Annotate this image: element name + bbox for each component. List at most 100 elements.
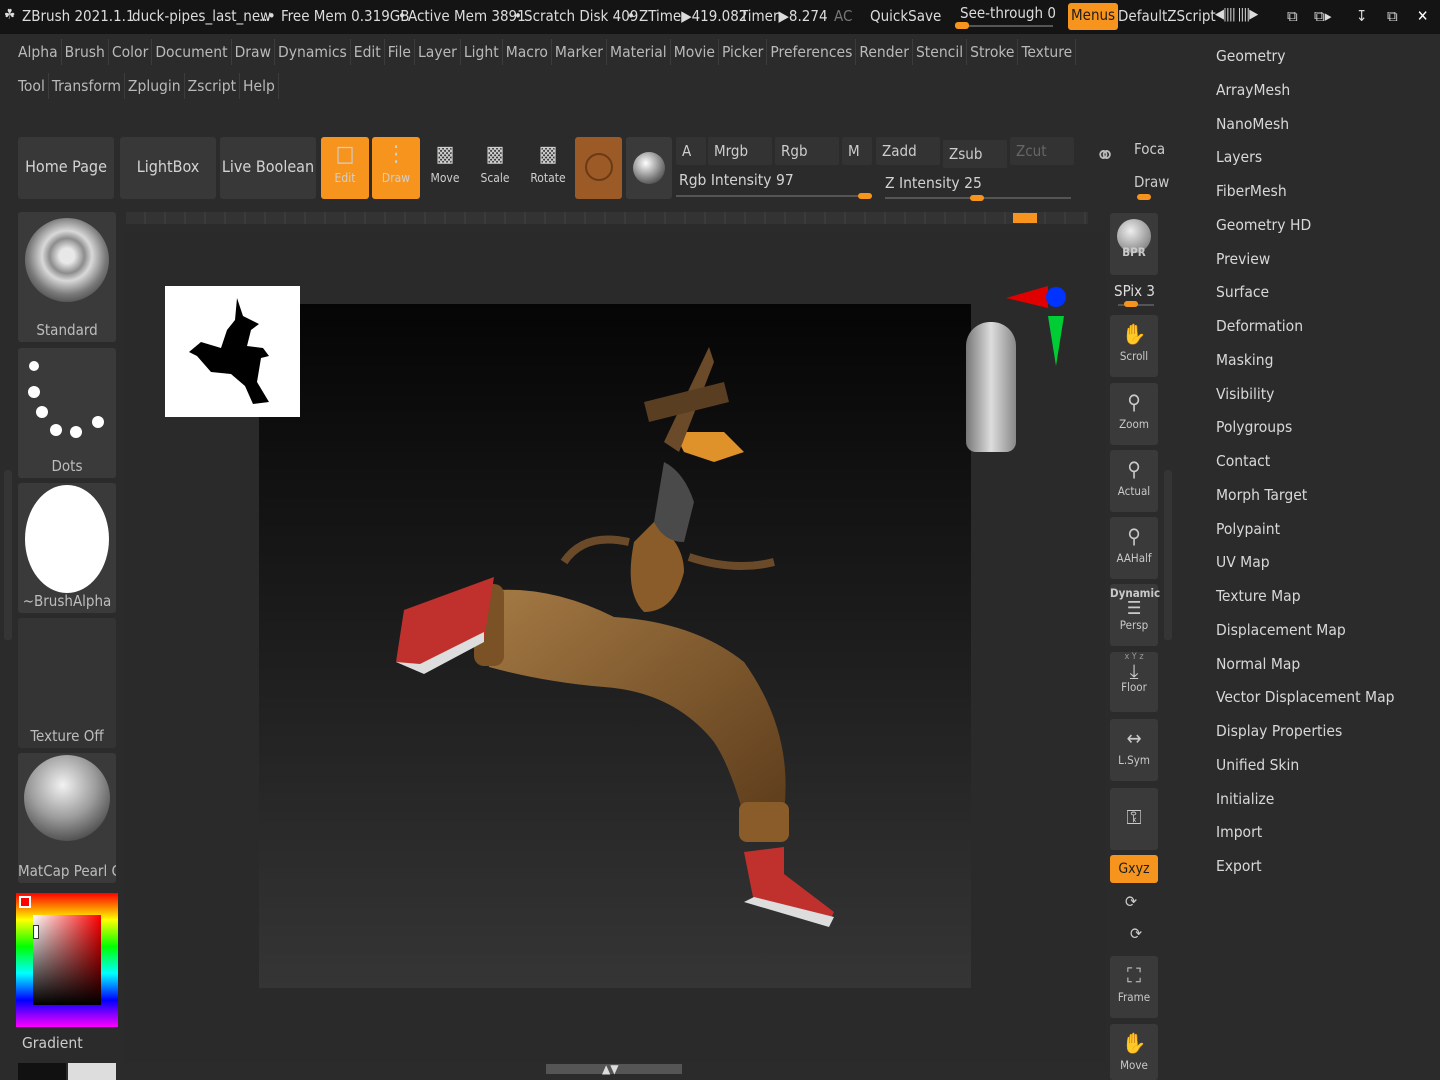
layout2-icon[interactable]: ⧉▸ <box>1314 7 1332 25</box>
rotate-y-icon[interactable]: ⟳ <box>1125 892 1137 911</box>
rotate-button[interactable]: ▩ Rotate <box>524 137 572 199</box>
texture-slot[interactable]: Texture Off <box>18 618 116 748</box>
move-button[interactable]: ▩ Move <box>421 137 469 199</box>
lsym-button[interactable]: ↔ L.Sym <box>1110 719 1158 781</box>
see-through-slider[interactable]: See-through 0 <box>960 4 1056 22</box>
menu-dynamics[interactable]: Dynamics <box>275 39 351 65</box>
ui-zoom-icon[interactable]: ◀|||| ||||▶ <box>1215 7 1258 22</box>
focal-shift-label[interactable]: Foca <box>1134 140 1165 158</box>
tool-palette-layers[interactable]: Layers <box>1216 146 1262 168</box>
draw-button[interactable]: ⋮ Draw <box>372 137 420 199</box>
menu-zplugin[interactable]: Zplugin <box>125 73 185 99</box>
menu-transform[interactable]: Transform <box>49 73 125 99</box>
menu-movie[interactable]: Movie <box>671 39 719 65</box>
menu-zscript[interactable]: Zscript <box>185 73 241 99</box>
see-through-slider-knob[interactable] <box>955 22 969 29</box>
timeline-track[interactable] <box>126 212 1088 224</box>
m-toggle[interactable]: M <box>842 137 872 165</box>
aahalf-button[interactable]: ⚲ AAHalf <box>1110 517 1158 579</box>
menu-render[interactable]: Render <box>856 39 913 65</box>
menu-layer[interactable]: Layer <box>415 39 461 65</box>
tool-palette-uv-map[interactable]: UV Map <box>1216 551 1270 573</box>
menu-tool[interactable]: Tool <box>15 73 49 99</box>
rgb-toggle[interactable]: Rgb <box>775 137 839 165</box>
tool-palette-import[interactable]: Import <box>1216 821 1262 843</box>
actual-button[interactable]: ⚲ Actual <box>1110 450 1158 512</box>
tool-palette-initialize[interactable]: Initialize <box>1216 788 1274 810</box>
color-saturation-square[interactable] <box>33 915 101 1005</box>
lock-button[interactable]: ⚿ <box>1110 788 1158 850</box>
menu-draw[interactable]: Draw <box>232 39 275 65</box>
draw-size-label[interactable]: Draw <box>1134 173 1169 191</box>
zcut-toggle[interactable]: Zcut <box>1010 137 1074 165</box>
z-intensity-slider[interactable]: Z Intensity 25 <box>885 174 1075 204</box>
brush-slot[interactable]: Standard <box>18 212 116 342</box>
minimize-icon[interactable]: ↧ <box>1356 7 1367 25</box>
zbrush-logo-icon[interactable]: ☘ <box>4 7 15 23</box>
move-view-button[interactable]: ✋ Move <box>1110 1024 1158 1080</box>
menu-brush[interactable]: Brush <box>62 39 109 65</box>
menu-material[interactable]: Material <box>607 39 671 65</box>
home-page-button[interactable]: Home Page <box>18 137 114 199</box>
menu-edit[interactable]: Edit <box>351 39 385 65</box>
menu-stencil[interactable]: Stencil <box>913 39 968 65</box>
tool-palette-unified-skin[interactable]: Unified Skin <box>1216 754 1299 776</box>
menu-color[interactable]: Color <box>109 39 153 65</box>
tool-palette-normal-map[interactable]: Normal Map <box>1216 653 1300 675</box>
menu-marker[interactable]: Marker <box>552 39 608 65</box>
menu-file[interactable]: File <box>385 39 416 65</box>
edit-button[interactable]: □ Edit <box>321 137 369 199</box>
tool-palette-geometry[interactable]: Geometry <box>1216 45 1286 67</box>
zsub-toggle[interactable]: Zsub <box>943 140 1007 168</box>
tool-palette-polypaint[interactable]: Polypaint <box>1216 518 1280 540</box>
tool-palette-polygroups[interactable]: Polygroups <box>1216 416 1292 438</box>
live-boolean-button[interactable]: Live Boolean <box>220 137 316 199</box>
secondary-color-black[interactable] <box>18 1063 66 1080</box>
bpr-button[interactable]: BPR <box>1110 213 1158 275</box>
focal-shift-icon[interactable]: ⚭ <box>1083 141 1127 197</box>
floor-button[interactable]: x Y z ⤓ Floor <box>1110 652 1158 712</box>
layout-icon[interactable]: ⧉ <box>1287 7 1298 25</box>
stroke-slot[interactable]: Dots <box>18 348 116 478</box>
tool-palette-preview[interactable]: Preview <box>1216 248 1270 270</box>
spix-knob[interactable] <box>1124 301 1138 307</box>
menu-preferences[interactable]: Preferences <box>767 39 857 65</box>
gradient-label[interactable]: Gradient <box>22 1034 83 1052</box>
alpha-slot[interactable]: ~BrushAlpha <box>18 483 116 613</box>
mrgb-toggle[interactable]: Mrgb <box>708 137 772 165</box>
tool-palette-texture-map[interactable]: Texture Map <box>1216 585 1301 607</box>
tool-palette-masking[interactable]: Masking <box>1216 349 1274 371</box>
a-toggle[interactable]: A <box>676 137 706 165</box>
tool-palette-fibermesh[interactable]: FiberMesh <box>1216 180 1287 202</box>
tool-palette-export[interactable]: Export <box>1216 855 1262 877</box>
menu-macro[interactable]: Macro <box>503 39 552 65</box>
tool-palette-surface[interactable]: Surface <box>1216 281 1269 303</box>
quicksave-button[interactable]: QuickSave <box>870 7 941 25</box>
menu-picker[interactable]: Picker <box>719 39 768 65</box>
tool-palette-deformation[interactable]: Deformation <box>1216 315 1303 337</box>
tool-palette-vector-displacement-map[interactable]: Vector Displacement Map <box>1216 686 1394 708</box>
menu-texture[interactable]: Texture <box>1018 39 1077 65</box>
persp-button[interactable]: Dynamic ☰ Persp <box>1110 584 1160 646</box>
canvas[interactable]: ▲▼ <box>124 232 1106 1076</box>
secondary-color-white[interactable] <box>68 1063 116 1080</box>
tool-palette-arraymesh[interactable]: ArrayMesh <box>1216 79 1290 101</box>
reference-silhouette[interactable] <box>165 286 300 417</box>
spix-slider[interactable]: SPix 3 <box>1114 282 1155 300</box>
timeline-marker[interactable] <box>1013 213 1037 223</box>
rotate-z-icon[interactable]: ⟳ <box>1130 924 1142 943</box>
menus-toggle[interactable]: Menus <box>1068 3 1119 30</box>
default-zscript[interactable]: DefaultZScript <box>1118 7 1216 25</box>
right-tray-handle[interactable] <box>1164 470 1172 640</box>
frame-button[interactable]: ⛶ Frame <box>1110 956 1158 1018</box>
menu-stroke[interactable]: Stroke <box>967 39 1019 65</box>
menu-document[interactable]: Document <box>152 39 232 65</box>
color-picker[interactable] <box>16 893 118 1027</box>
tool-palette-visibility[interactable]: Visibility <box>1216 383 1274 405</box>
scale-button[interactable]: ▩ Scale <box>471 137 519 199</box>
menu-alpha[interactable]: Alpha <box>15 39 62 65</box>
restore-icon[interactable]: ⧉ <box>1387 7 1398 25</box>
close-icon[interactable]: ✕ <box>1417 7 1428 25</box>
left-tray-handle[interactable] <box>4 470 12 640</box>
expand-tray-icon[interactable]: ▲▼ <box>602 1062 619 1076</box>
